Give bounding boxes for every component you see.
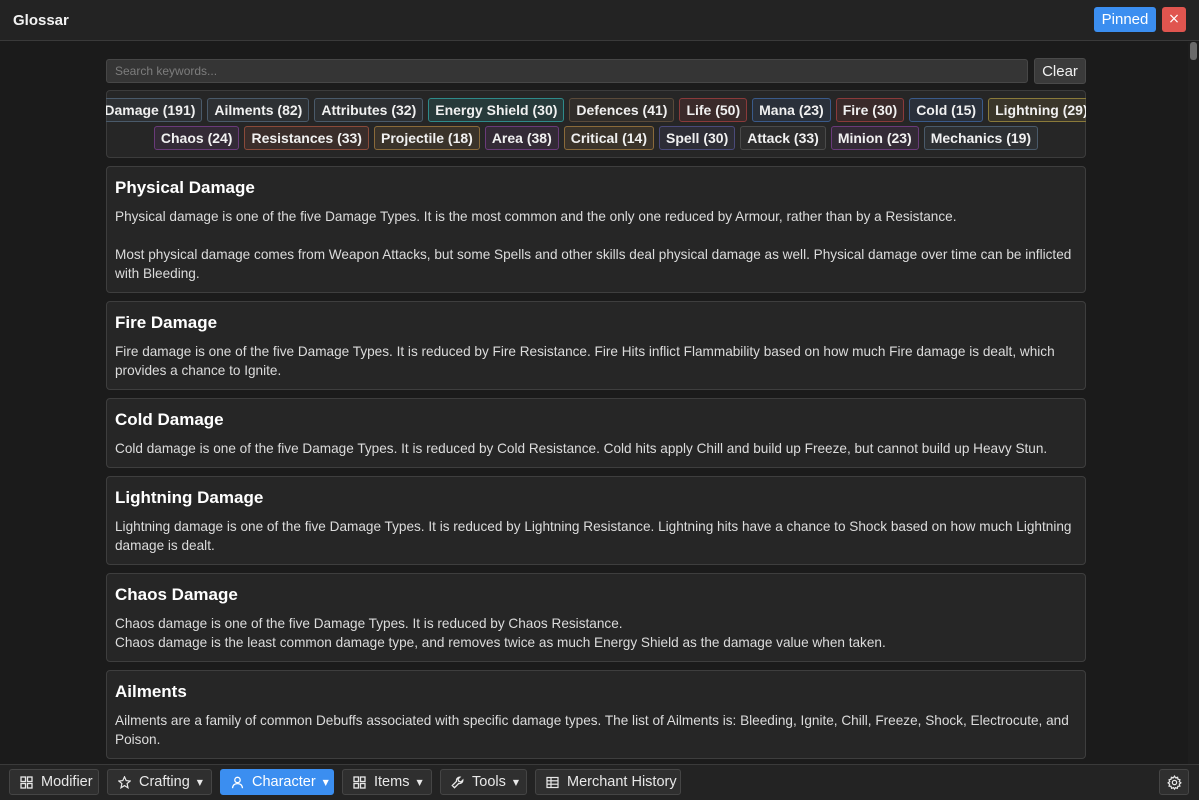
- entry-text: Ailments are a family of common Debuffs …: [115, 713, 1069, 747]
- entry-title: Ailments: [115, 682, 187, 701]
- tag-lightning[interactable]: Lightning (29): [988, 98, 1086, 122]
- tag-filter-panel: Damage (191) Ailments (82) Attributes (3…: [106, 90, 1086, 158]
- entry-text: Lightning damage is one of the five Dama…: [115, 519, 1072, 553]
- tag-row: Damage (191) Ailments (82) Attributes (3…: [106, 98, 1086, 122]
- tag-damage[interactable]: Damage (191): [106, 98, 203, 122]
- nav-label: Modifier: [41, 774, 93, 790]
- clear-button[interactable]: Clear: [1034, 58, 1086, 84]
- tag-spell[interactable]: Spell (30): [658, 126, 736, 150]
- entry-title: Fire Damage: [115, 313, 218, 332]
- tag-minion[interactable]: Minion (23): [830, 126, 919, 150]
- glossary-content: Clear Damage (191) Ailments (82) Attribu…: [106, 58, 1086, 764]
- chevron-down-icon: ▼: [322, 777, 329, 787]
- tag-projectile[interactable]: Projectile (18): [373, 126, 480, 150]
- nav-modifier[interactable]: Modifier: [9, 769, 99, 795]
- nav-items[interactable]: Items ▼: [342, 769, 432, 795]
- scrollbar-track[interactable]: [1188, 42, 1199, 764]
- nav-label: Items: [374, 774, 410, 790]
- tag-mechanics[interactable]: Mechanics (19): [923, 126, 1039, 150]
- chevron-down-icon: ▼: [196, 777, 203, 787]
- tag-chaos[interactable]: Chaos (24): [153, 126, 240, 150]
- tag-ailments[interactable]: Ailments (82): [207, 98, 310, 122]
- nav-label: Character: [252, 774, 316, 790]
- gear-icon: [1166, 774, 1182, 790]
- entry-title: Physical Damage: [115, 178, 255, 197]
- tag-energy-shield[interactable]: Energy Shield (30): [428, 98, 565, 122]
- tag-life[interactable]: Life (50): [679, 98, 748, 122]
- entry-title: Chaos Damage: [115, 585, 238, 604]
- nav-tools[interactable]: Tools ▼: [440, 769, 527, 795]
- tag-mana[interactable]: Mana (23): [752, 98, 831, 122]
- bottom-nav-bar: Modifier Crafting ▼ Character ▼ Items ▼ …: [0, 764, 1199, 800]
- tag-critical[interactable]: Critical (14): [563, 126, 654, 150]
- tag-cold[interactable]: Cold (15): [909, 98, 984, 122]
- entry-text: Fire damage is one of the five Damage Ty…: [115, 344, 1055, 378]
- entry-title: Lightning Damage: [115, 488, 264, 507]
- grid-icon: [353, 775, 366, 789]
- glossary-entry-cold-damage: Cold Damage Cold damage is one of the fi…: [106, 398, 1086, 468]
- scrollbar-thumb[interactable]: [1190, 42, 1197, 60]
- nav-label: Merchant History: [567, 774, 677, 790]
- search-input[interactable]: [106, 59, 1028, 83]
- glossary-entry-physical-damage: Physical Damage Physical damage is one o…: [106, 166, 1086, 293]
- user-icon: [231, 776, 244, 788]
- settings-button[interactable]: [1159, 769, 1189, 795]
- pinned-button[interactable]: Pinned: [1094, 7, 1156, 32]
- tag-resistances[interactable]: Resistances (33): [244, 126, 369, 150]
- title-bar: Glossar Pinned ×: [0, 0, 1199, 41]
- glossary-entry-fire-damage: Fire Damage Fire damage is one of the fi…: [106, 301, 1086, 390]
- nav-merchant-history[interactable]: Merchant History: [535, 769, 681, 795]
- tag-defences[interactable]: Defences (41): [569, 98, 675, 122]
- tag-fire[interactable]: Fire (30): [835, 98, 905, 122]
- star-icon: [118, 775, 131, 789]
- chevron-down-icon: ▼: [416, 777, 423, 787]
- glossary-entry-lightning-damage: Lightning Damage Lightning damage is one…: [106, 476, 1086, 565]
- nav-character[interactable]: Character ▼: [220, 769, 334, 795]
- nav-crafting[interactable]: Crafting ▼: [107, 769, 212, 795]
- entry-text: Cold damage is one of the five Damage Ty…: [115, 441, 1048, 456]
- tag-row: Chaos (24) Resistances (33) Projectile (…: [107, 126, 1085, 150]
- wrench-icon: [451, 776, 464, 789]
- grid-icon: [20, 775, 33, 789]
- chevron-down-icon: ▼: [512, 777, 520, 787]
- glossary-entries: Physical Damage Physical damage is one o…: [106, 166, 1086, 764]
- glossary-entry-chaos-damage: Chaos Damage Chaos damage is one of the …: [106, 573, 1086, 662]
- entry-title: Cold Damage: [115, 410, 224, 429]
- glossary-entry-ailments: Ailments Ailments are a family of common…: [106, 670, 1086, 759]
- entry-text: Physical damage is one of the five Damag…: [115, 209, 1072, 281]
- entry-text: Chaos damage is one of the five Damage T…: [115, 616, 886, 650]
- tag-attributes[interactable]: Attributes (32): [314, 98, 424, 122]
- close-button[interactable]: ×: [1162, 7, 1186, 32]
- window-title: Glossar: [13, 12, 69, 29]
- nav-label: Tools: [472, 774, 506, 790]
- table-icon: [546, 776, 559, 788]
- nav-label: Crafting: [139, 774, 190, 790]
- tag-attack[interactable]: Attack (33): [740, 126, 826, 150]
- tag-area[interactable]: Area (38): [484, 126, 559, 150]
